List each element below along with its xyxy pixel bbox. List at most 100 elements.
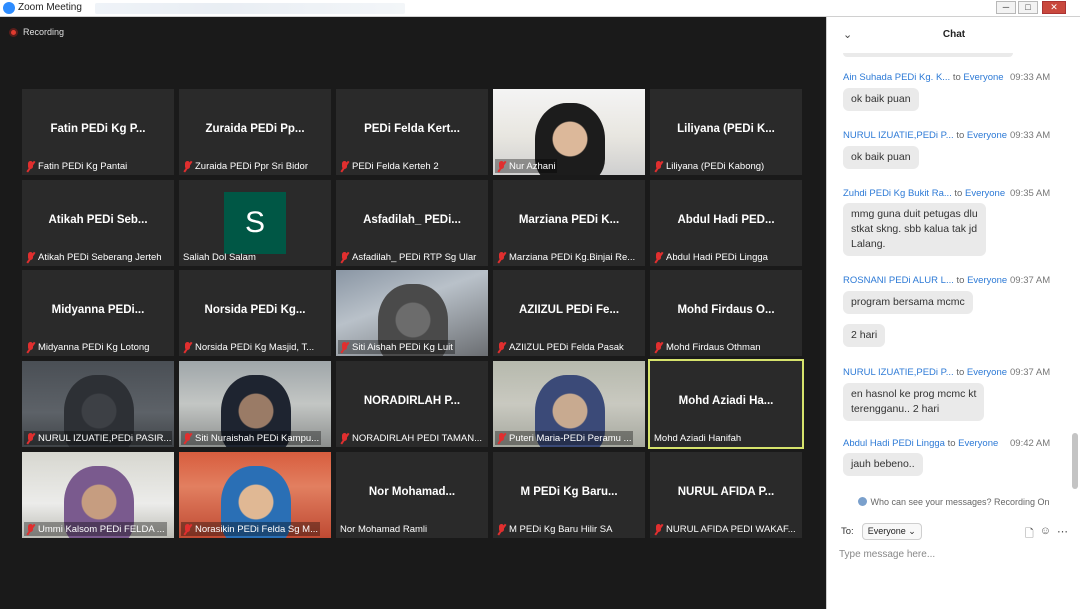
- participant-display-name: Abdul Hadi PED...: [677, 214, 775, 226]
- chat-message-bubble[interactable]: 2 hari: [843, 324, 886, 347]
- participant-tile[interactable]: AZIIZUL PEDi Fe... AZIIZUL PEDi Felda Pas…: [493, 270, 645, 356]
- maximize-button[interactable]: □: [1018, 1, 1038, 14]
- chat-to-word: to: [944, 438, 959, 449]
- participant-name-label: Saliah Dol Salam: [181, 250, 258, 264]
- chat-sender[interactable]: NURUL IZUATIE,PEDi P...: [843, 130, 954, 141]
- participant-video-tile[interactable]: Norasikin PEDi Felda Sg M...: [179, 452, 331, 538]
- recipient-row: To: Everyone ⌄: [841, 523, 922, 540]
- avatar: S: [224, 192, 286, 254]
- chat-sender[interactable]: Ain Suhada PEDi Kg. K...: [843, 72, 950, 83]
- participant-name-label: AZIIZUL PEDi Felda Pasak: [495, 340, 626, 354]
- file-icon[interactable]: 🗋: [1025, 525, 1034, 544]
- muted-mic-icon: [497, 432, 506, 444]
- participant-display-name: NORADIRLAH P...: [363, 395, 461, 407]
- chat-to-word: to: [953, 130, 967, 141]
- participant-display-name: Asfadilah_ PEDi...: [363, 214, 461, 226]
- participant-tile[interactable]: NURUL AFIDA P... NURUL AFIDA PEDI WAKAF..…: [650, 452, 802, 538]
- chat-message-text: en hasnol ke prog mcmc kt: [851, 388, 977, 400]
- participant-tile[interactable]: Norsida PEDi Kg... Norsida PEDi Kg Masjid…: [179, 270, 331, 356]
- emoji-icon[interactable]: ☺: [1040, 525, 1051, 544]
- chat-recipient: Everyone: [967, 275, 1008, 286]
- participant-grid: Fatin PEDi Kg P... Fatin PEDi Kg Pantai Zu…: [22, 89, 806, 539]
- recipient-select[interactable]: Everyone ⌄: [861, 523, 922, 540]
- participant-display-name: AZIIZUL PEDi Fe...: [518, 304, 620, 316]
- participant-name-label: Fatin PEDi Kg Pantai: [24, 159, 129, 173]
- chat-timestamp: 09:42 AM: [1010, 438, 1051, 449]
- chat-sender[interactable]: ROSNANI PEDi ALUR L...: [843, 275, 954, 286]
- participant-video-tile[interactable]: NURUL IZUATIE,PEDi PASIR...: [22, 361, 174, 447]
- participant-video-tile[interactable]: Ummi Kalsom PEDi FELDA ...: [22, 452, 174, 538]
- participant-tile[interactable]: Fatin PEDi Kg P... Fatin PEDi Kg Pantai: [22, 89, 174, 175]
- participant-name: Saliah Dol Salam: [183, 251, 256, 263]
- more-icon[interactable]: ⋯: [1057, 525, 1068, 544]
- chat-message-bubble[interactable]: en hasnol ke prog mcmc kt terengganu.. 2 …: [843, 383, 985, 421]
- chat-message-text: jauh bebeno..: [851, 458, 915, 470]
- participant-tile[interactable]: Nor Mohamad... Nor Mohamad Ramli: [336, 452, 488, 538]
- participant-tile[interactable]: Atikah PEDi Seb... Atikah PEDi Seberang J…: [22, 180, 174, 266]
- participant-name: AZIIZUL PEDi Felda Pasak: [509, 341, 624, 353]
- chat-to-word: to: [950, 72, 964, 83]
- participant-name-label: Zuraida PEDi Ppr Sri Bidor: [181, 159, 310, 173]
- chat-recipient: Everyone: [966, 367, 1008, 378]
- chat-scrollbar[interactable]: [1072, 53, 1078, 493]
- minimize-button[interactable]: ─: [996, 1, 1016, 14]
- close-button[interactable]: ✕: [1042, 1, 1066, 14]
- participant-name-label: Norsida PEDi Kg Masjid, T...: [181, 340, 316, 354]
- participant-tile[interactable]: Mohd Aziadi Ha... Mohd Aziadi Hanifah: [648, 359, 804, 449]
- participant-name-label: PEDi Felda Kerteh 2: [338, 159, 441, 173]
- participant-name: Atikah PEDi Seberang Jerteh: [38, 251, 162, 263]
- participant-video-tile[interactable]: Puteri Maria-PEDi Peramu ...: [493, 361, 645, 447]
- participant-name-label: Siti Aishah PEDi Kg Luit: [338, 340, 455, 354]
- chat-sender[interactable]: Zuhdi PEDi Kg Bukit Ra...: [843, 188, 952, 199]
- chat-message-text: Lalang.: [851, 238, 886, 250]
- muted-mic-icon: [654, 523, 663, 535]
- chat-sender[interactable]: Abdul Hadi PEDi Lingga: [843, 438, 945, 449]
- participant-name: Puteri Maria-PEDi Peramu ...: [509, 432, 632, 444]
- participant-tile[interactable]: Mohd Firdaus O... Mohd Firdaus Othman: [650, 270, 802, 356]
- participant-tile[interactable]: Zuraida PEDi Pp... Zuraida PEDi Ppr Sri B…: [179, 89, 331, 175]
- chat-to-word: to: [953, 367, 967, 378]
- chat-message-header: NURUL IZUATIE,PEDi P... to Everyone 09:37…: [843, 367, 1050, 378]
- muted-mic-icon: [26, 341, 35, 353]
- participant-name-label: Siti Nuraishah PEDi Kampu...: [181, 431, 322, 445]
- participant-name-label: Nor Mohamad Ramli: [338, 522, 429, 536]
- chat-message-bubble[interactable]: ok baik puan: [843, 146, 919, 169]
- participant-name-label: Ummi Kalsom PEDi FELDA ...: [24, 522, 167, 536]
- participant-tile[interactable]: Midyanna PEDi... Midyanna PEDi Kg Lotong: [22, 270, 174, 356]
- participant-tile[interactable]: Marziana PEDi K... Marziana PEDi Kg.Binja…: [493, 180, 645, 266]
- chat-message-bubble[interactable]: jauh bebeno..: [843, 453, 923, 476]
- muted-mic-icon: [654, 160, 663, 172]
- chat-message-header: Abdul Hadi PEDi Lingga to Everyone 09:42 …: [843, 438, 1050, 449]
- chat-message-header: Zuhdi PEDi Kg Bukit Ra... to Everyone 09:…: [843, 188, 1050, 199]
- chat-message-input[interactable]: [839, 545, 1069, 563]
- chat-message-bubble[interactable]: program bersama mcmc: [843, 291, 973, 314]
- participant-video-tile[interactable]: Nur Azhani: [493, 89, 645, 175]
- muted-mic-icon: [497, 251, 506, 263]
- muted-mic-icon: [654, 341, 663, 353]
- record-icon: [9, 27, 18, 37]
- participant-tile[interactable]: NORADIRLAH P... NORADIRLAH PEDI TAMAN...: [336, 361, 488, 447]
- chat-sender[interactable]: NURUL IZUATIE,PEDi P...: [843, 367, 954, 378]
- participant-name: Abdul Hadi PEDi Lingga: [666, 251, 768, 263]
- chat-message-bubble[interactable]: ok baik puan: [843, 88, 919, 111]
- participant-name: Marziana PEDi Kg.Binjai Re...: [509, 251, 636, 263]
- recording-indicator[interactable]: Recording: [9, 27, 64, 37]
- chat-message-header: NURUL IZUATIE,PEDi P... to Everyone 09:33…: [843, 130, 1050, 141]
- participant-name: Fatin PEDi Kg Pantai: [38, 160, 128, 172]
- participant-video-tile[interactable]: Siti Nuraishah PEDi Kampu...: [179, 361, 331, 447]
- participant-video-tile[interactable]: Siti Aishah PEDi Kg Luit: [336, 270, 488, 356]
- participant-name: Asfadilah_ PEDi RTP Sg Ular: [352, 251, 477, 263]
- participant-tile[interactable]: Liliyana (PEDi K... Liliyana (PEDi Kabong…: [650, 89, 802, 175]
- scrollbar-thumb[interactable]: [1072, 433, 1078, 489]
- participant-tile[interactable]: M PEDi Kg Baru... M PEDi Kg Baru Hilir SA: [493, 452, 645, 538]
- participant-tile[interactable]: Asfadilah_ PEDi... Asfadilah_ PEDi RTP Sg…: [336, 180, 488, 266]
- participant-tile[interactable]: Abdul Hadi PED... Abdul Hadi PEDi Lingga: [650, 180, 802, 266]
- participant-display-name: M PEDi Kg Baru...: [520, 486, 618, 498]
- muted-mic-icon: [340, 432, 349, 444]
- window-title: Zoom Meeting: [18, 2, 82, 13]
- participant-tile[interactable]: S Saliah Dol Salam: [179, 180, 331, 266]
- privacy-note[interactable]: Who can see your messages? Recording On: [827, 497, 1080, 507]
- chat-message-bubble[interactable]: mmg guna duit petugas dlu stkat skng. sbb…: [843, 203, 986, 256]
- chat-messages[interactable]: Ain Suhada PEDi Kg. K... to Everyone 09:3…: [827, 53, 1080, 493]
- participant-tile[interactable]: PEDi Felda Kert... PEDi Felda Kerteh 2: [336, 89, 488, 175]
